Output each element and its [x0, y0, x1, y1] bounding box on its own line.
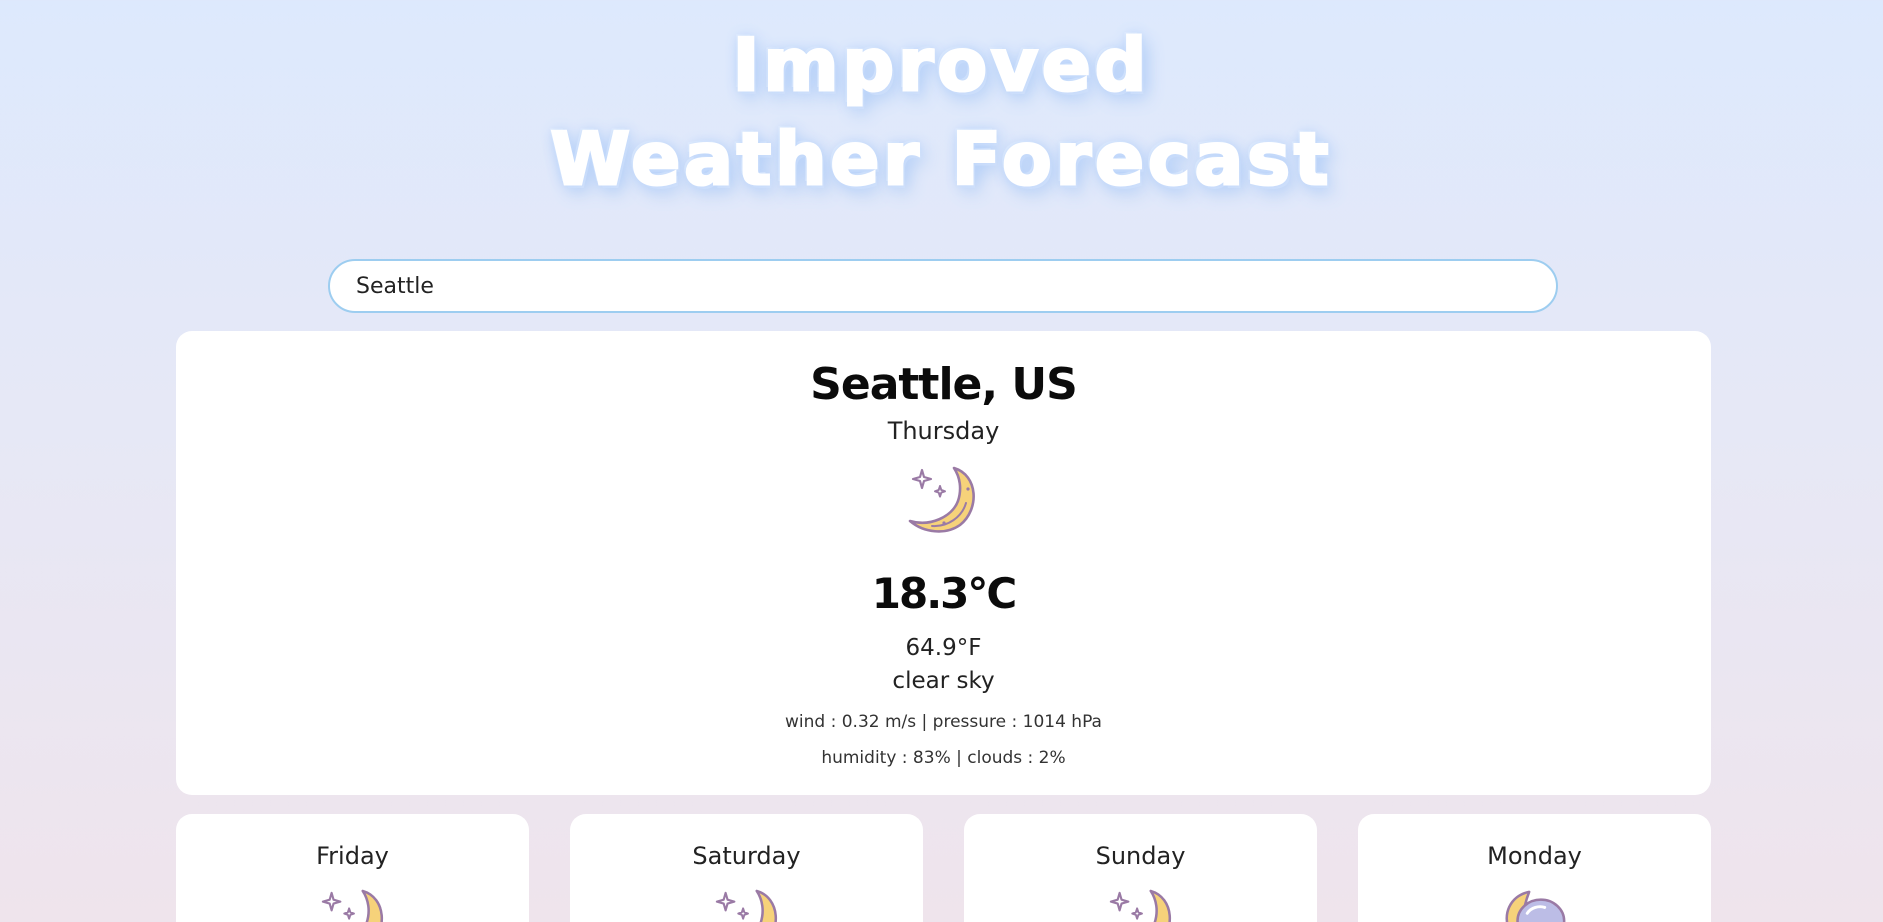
wind-pressure-details: wind : 0.32 m/s | pressure : 1014 hPa [785, 712, 1102, 732]
moon-stars-icon [321, 889, 383, 922]
forecast-day-label: Friday [316, 842, 389, 870]
moon-stars-icon [1109, 889, 1171, 922]
app-title-line-2: Weather Forecast [549, 116, 1333, 203]
forecast-card-friday: Friday [176, 814, 529, 922]
forecast-card-monday: Monday [1358, 814, 1711, 922]
temperature-fahrenheit: 64.9°F [905, 635, 982, 661]
current-day: Thursday [887, 417, 1000, 445]
app-title-line-1: Improved [731, 22, 1151, 109]
city-search-input[interactable] [328, 259, 1558, 313]
forecast-card-sunday: Sunday [964, 814, 1317, 922]
moon-stars-icon [715, 889, 777, 922]
moon-cloud-icon [1505, 890, 1566, 922]
forecast-day-label: Saturday [692, 842, 801, 870]
city-name: Seattle, US [810, 359, 1078, 410]
forecast-day-label: Sunday [1095, 842, 1186, 870]
humidity-clouds-details: humidity : 83% | clouds : 2% [821, 748, 1066, 768]
app-title: Improved Weather Forecast [0, 18, 1883, 206]
moon-stars-icon [908, 466, 975, 533]
weather-description: clear sky [892, 668, 995, 694]
forecast-card-saturday: Saturday [570, 814, 923, 922]
current-weather-card: Seattle, US Thursday 18.3°C 64.9°F clear… [176, 331, 1711, 795]
forecast-day-label: Monday [1487, 842, 1582, 870]
temperature-celsius: 18.3°C [871, 569, 1017, 618]
